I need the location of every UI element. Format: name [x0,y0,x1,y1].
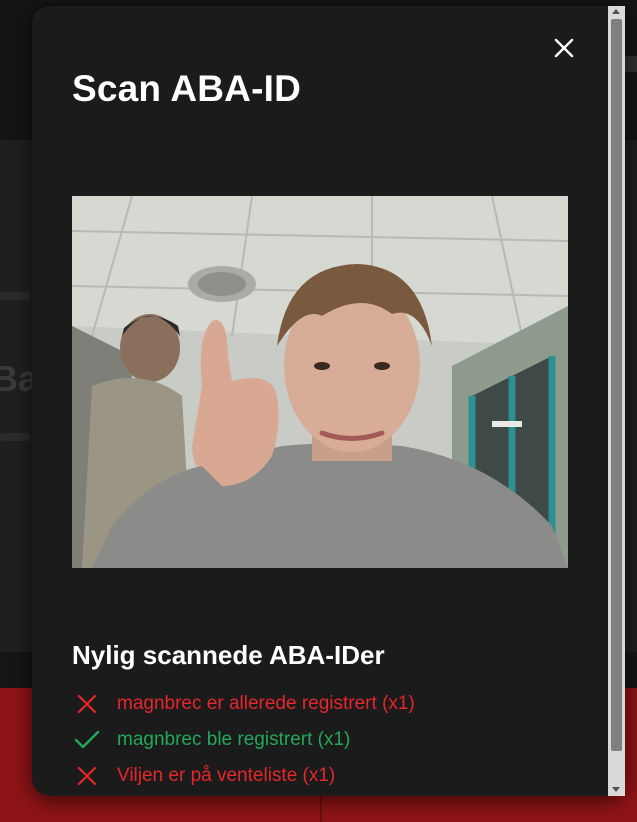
background-ghost-text [0,433,30,441]
background-ghost-element [625,56,637,72]
background-ghost-text [0,292,30,300]
scan-result-text: Viljen er på venteliste (x1) [117,765,336,786]
scan-result-text: magnbrec ble registrert (x1) [117,729,351,750]
scan-result-item: Viljen er på venteliste (x1) [72,758,592,794]
recent-scans-list: magnbrec er allerede registrert (x1) mag… [72,686,592,794]
check-icon [72,725,102,755]
camera-feed [72,196,568,568]
close-icon [554,38,574,58]
scan-result-text: magnbrec er allerede registrert (x1) [117,693,415,714]
scan-modal: Scan ABA-ID Nylig scannede ABA-IDer magn… [32,6,625,796]
scrollbar-thumb[interactable] [611,19,622,751]
scroll-down-arrow-icon[interactable] [612,787,620,792]
modal-scrollbar[interactable] [608,6,625,796]
x-icon [72,689,102,719]
modal-title: Scan ABA-ID [72,68,302,109]
recent-scans-title: Nylig scannede ABA-IDer [72,640,385,670]
scan-result-item: magnbrec er allerede registrert (x1) [72,686,592,722]
scroll-up-arrow-icon[interactable] [612,9,620,14]
scan-result-item: magnbrec ble registrert (x1) [72,722,592,758]
x-icon [72,761,102,791]
close-button[interactable] [550,34,578,62]
camera-image [72,196,568,568]
